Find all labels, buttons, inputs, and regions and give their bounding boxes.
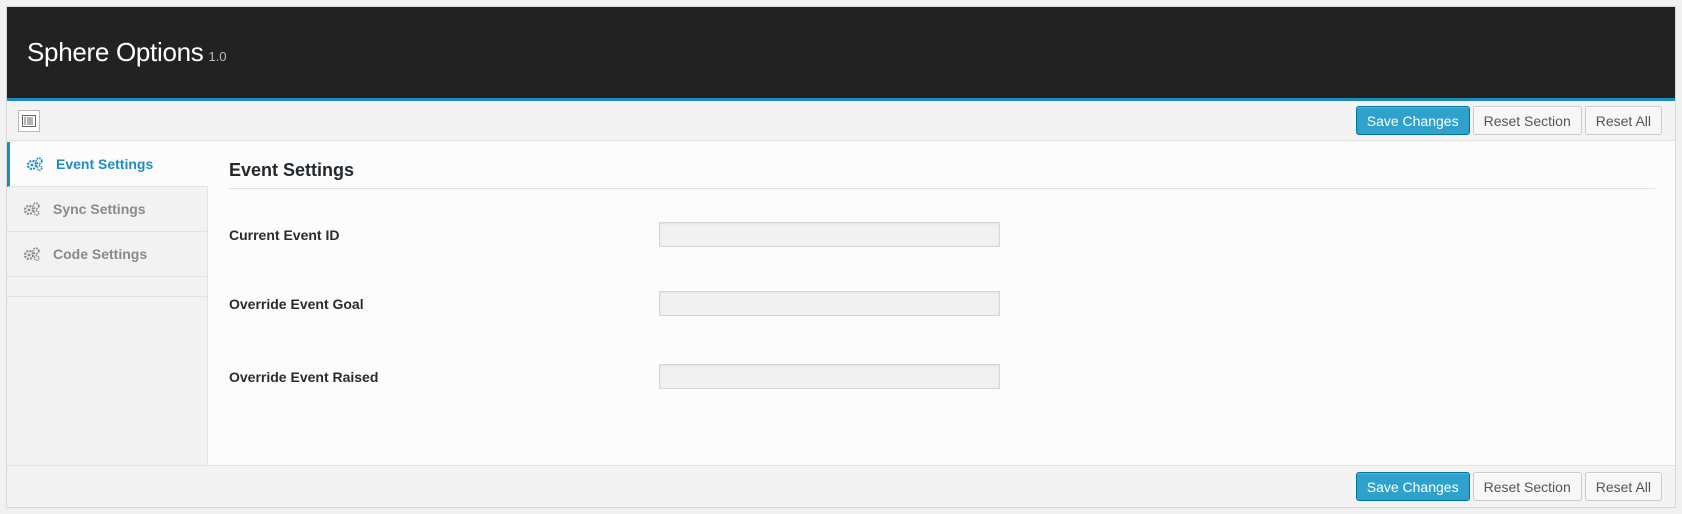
override-event-goal-input[interactable] [659,291,1000,316]
sidebar-item-label: Code Settings [53,246,148,262]
reset-section-button[interactable]: Reset Section [1472,106,1582,135]
save-changes-button[interactable]: Save Changes [1355,472,1470,501]
top-button-group: Save Changes Reset Section Reset All [1355,106,1662,135]
field-label: Override Event Goal [229,296,364,312]
sidebar: Event Settings Sync Settings Code Settin… [7,142,209,465]
expand-icon [22,114,36,127]
gears-icon [23,202,41,216]
page-title: Sphere Options [27,37,204,67]
sidebar-item-label: Event Settings [56,156,154,172]
sidebar-item-label: Sync Settings [53,201,146,217]
version-label: 1.0 [208,49,227,64]
settings-fields: Current Event ID Override Event Goal Ove… [229,189,1655,408]
field-row-override-event-raised: Override Event Raised [229,335,1655,408]
bottom-toolbar: Save Changes Reset Section Reset All [7,465,1675,507]
gears-icon [26,157,44,171]
sidebar-item-code-settings[interactable]: Code Settings [7,232,207,277]
top-toolbar: Save Changes Reset Section Reset All [7,101,1675,141]
sidebar-item-event-settings[interactable]: Event Settings [7,142,209,187]
sidebar-item-sync-settings[interactable]: Sync Settings [7,187,207,232]
field-label: Override Event Raised [229,369,379,385]
reset-section-button[interactable]: Reset Section [1472,472,1582,501]
options-header: Sphere Options 1.0 [7,7,1675,101]
expand-options-button[interactable] [18,109,40,132]
save-changes-button[interactable]: Save Changes [1355,106,1470,135]
options-panel: Sphere Options 1.0 Save Changes Reset Se… [6,6,1676,508]
field-label: Current Event ID [229,227,340,243]
section-title: Event Settings [229,160,1655,189]
options-body: Event Settings Sync Settings Code Settin… [7,142,1675,465]
bottom-button-group: Save Changes Reset Section Reset All [1355,472,1662,501]
main-content: Event Settings Current Event ID Override… [208,142,1675,465]
field-row-current-event-id: Current Event ID [229,189,1655,262]
sidebar-divider [7,277,207,297]
gears-icon [23,247,41,261]
current-event-id-input[interactable] [659,222,1000,247]
reset-all-button[interactable]: Reset All [1584,106,1662,135]
reset-all-button[interactable]: Reset All [1584,472,1662,501]
override-event-raised-input[interactable] [659,364,1000,389]
field-row-override-event-goal: Override Event Goal [229,262,1655,335]
